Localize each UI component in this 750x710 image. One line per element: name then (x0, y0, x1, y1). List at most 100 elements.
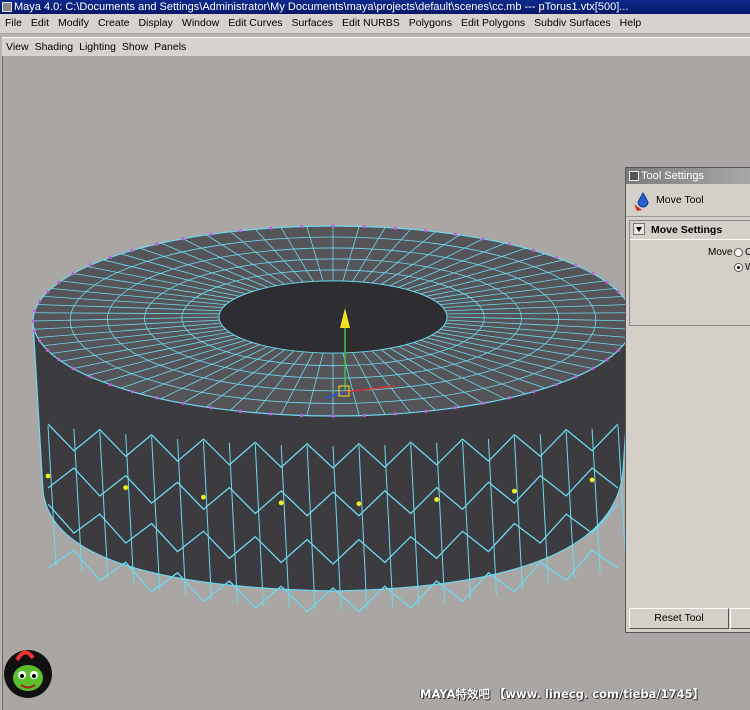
move-world-label: W (745, 262, 750, 273)
vertex (71, 366, 75, 371)
vertex (155, 396, 159, 400)
move-settings-label: Move Settings (651, 224, 723, 236)
vertex (362, 224, 366, 229)
collapse-arrow-icon[interactable] (633, 223, 645, 235)
site-watermark: MAYA特效吧 【www. linecg. com/tieba/1745】 (420, 687, 705, 701)
vertex (424, 229, 428, 233)
tool-settings-title: Tool Settings (641, 170, 704, 182)
vertex (574, 375, 578, 379)
move-world-radio[interactable] (734, 263, 743, 272)
vertex (507, 396, 511, 400)
vertex (393, 412, 397, 416)
maya-window-icon (629, 171, 639, 181)
selected-vertex (434, 497, 440, 502)
vertex (481, 401, 485, 405)
menu-modify[interactable]: Modify (53, 17, 93, 29)
vertex (209, 406, 213, 410)
forum-logo (4, 650, 52, 698)
tool-settings-title-bar[interactable]: Tool Settings (626, 168, 750, 184)
menu-edit-polygons[interactable]: Edit Polygons (456, 17, 529, 29)
move-settings-header[interactable]: Move Settings (630, 221, 750, 240)
vertex (155, 242, 159, 246)
menu-file[interactable]: File (0, 17, 26, 29)
vertex (605, 358, 609, 362)
vertex (554, 255, 558, 260)
menu-create[interactable]: Create (93, 17, 134, 29)
panel-menu-shading[interactable]: Shading (31, 41, 76, 53)
tool-settings-window: Tool Settings Move Tool Move Settings Mo… (625, 167, 750, 633)
menu-window[interactable]: Window (177, 17, 223, 29)
vertex (300, 224, 304, 229)
tool-header: Move Tool (626, 184, 750, 217)
selected-vertex (45, 473, 51, 479)
vertex (108, 255, 112, 260)
panel-menu-panels[interactable]: Panels (150, 41, 188, 53)
vertex (71, 271, 75, 276)
selected-vertex (511, 488, 517, 494)
vertex (507, 242, 511, 246)
vertex (31, 319, 35, 323)
vertex (532, 389, 536, 394)
vertex (238, 229, 242, 233)
vertex (57, 358, 61, 362)
vertex (481, 237, 485, 241)
window-title-bar: Maya 4.0: C:\Documents and Settings\Admi… (0, 0, 750, 14)
menu-display[interactable]: Display (133, 17, 176, 29)
maya-app-icon (2, 2, 12, 12)
panel-menu-bar: View Shading Lighting Show Panels (2, 37, 750, 57)
panel-menu-lighting[interactable]: Lighting (75, 41, 118, 53)
selected-vertex (589, 477, 595, 483)
vertex (37, 339, 42, 343)
vertex (88, 375, 92, 379)
vertex (574, 263, 578, 267)
menu-help[interactable]: Help (615, 17, 646, 29)
panel-menu-view[interactable]: View (2, 41, 31, 53)
menu-polygons[interactable]: Polygons (404, 17, 456, 29)
vertex (269, 226, 273, 230)
vertex (46, 290, 50, 294)
menu-surfaces[interactable]: Surfaces (287, 17, 337, 29)
vertex (605, 280, 609, 284)
vertex (238, 409, 242, 413)
vertex (33, 329, 37, 333)
main-menu-bar: File Edit Modify Create Display Window Edit Cu… (0, 14, 750, 34)
menu-edit[interactable]: Edit (26, 17, 53, 29)
vertex (209, 232, 213, 236)
vertex (532, 248, 536, 253)
vertex (37, 299, 42, 303)
vertex (554, 382, 558, 387)
move-object-label: Ol (745, 247, 750, 258)
menu-subdiv-surfaces[interactable]: Subdiv Surfaces (529, 17, 614, 29)
vertex (300, 413, 304, 418)
selected-vertex (356, 501, 362, 507)
vertex (331, 414, 335, 418)
vertex (33, 309, 37, 313)
panel-menu-show[interactable]: Show (118, 41, 150, 53)
window-title: Maya 4.0: C:\Documents and Settings\Admi… (14, 1, 629, 13)
tool-name: Move Tool (656, 194, 704, 206)
vertex (108, 382, 112, 387)
move-settings-frame: Move Settings Move Ol W (629, 220, 750, 326)
close-tool-button[interactable] (730, 608, 750, 629)
torus-hole (218, 280, 448, 354)
menu-edit-nurbs[interactable]: Edit NURBS (337, 17, 404, 29)
vertex (591, 271, 595, 276)
vertex (269, 412, 273, 416)
vertex (130, 248, 134, 253)
reset-tool-button[interactable]: Reset Tool (629, 608, 729, 629)
vertex (57, 280, 61, 284)
vertex (181, 237, 185, 241)
selected-vertex (201, 494, 206, 500)
vertex (181, 401, 185, 405)
vertex (453, 406, 457, 410)
vertex (591, 366, 595, 371)
vertex (362, 413, 366, 418)
vertex (46, 348, 50, 352)
vertex (616, 290, 620, 294)
move-object-radio[interactable] (734, 248, 743, 257)
move-mode-label: Move (708, 247, 733, 258)
menu-edit-curves[interactable]: Edit Curves (223, 17, 286, 29)
vertex (88, 263, 92, 267)
vertex (130, 389, 134, 394)
vertex (616, 348, 620, 352)
